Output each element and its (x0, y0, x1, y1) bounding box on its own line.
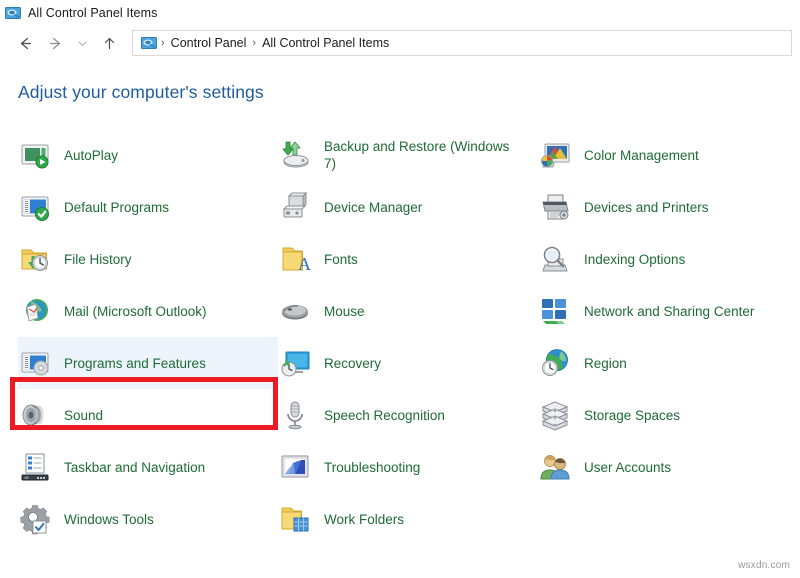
forward-arrow-icon[interactable] (40, 29, 70, 57)
taskbar-navigation-icon (18, 450, 52, 484)
color-management-icon (538, 138, 572, 172)
control-panel-item-label: User Accounts (584, 459, 671, 476)
default-programs-icon (18, 190, 52, 224)
breadcrumb-item-control-panel[interactable]: Control Panel (167, 36, 251, 50)
page-title: Adjust your computer's settings (18, 82, 800, 103)
region-icon (538, 346, 572, 380)
backup-restore-icon (278, 138, 312, 172)
file-history-icon (18, 242, 52, 276)
control-panel-item-label: Speech Recognition (324, 407, 445, 424)
control-panel-item-backup-and-restore[interactable]: Backup and Restore (Windows 7) (278, 129, 538, 181)
storage-spaces-icon (538, 398, 572, 432)
control-panel-item-storage-spaces[interactable]: Storage Spaces (538, 389, 798, 441)
breadcrumb-item-all-control-panel-items[interactable]: All Control Panel Items (258, 36, 393, 50)
control-panel-item-windows-tools[interactable]: Windows Tools (18, 493, 278, 545)
control-panel-item-label: Taskbar and Navigation (64, 459, 205, 476)
control-panel-item-work-folders[interactable]: Work Folders (278, 493, 538, 545)
device-manager-icon (278, 190, 312, 224)
control-panel-item-region[interactable]: Region (538, 337, 798, 389)
up-arrow-icon[interactable] (94, 29, 124, 57)
control-panel-item-sound[interactable]: Sound (18, 389, 278, 441)
control-panel-item-label: Sound (64, 407, 103, 424)
control-panel-item-label: Programs and Features (64, 355, 206, 372)
troubleshooting-icon (278, 450, 312, 484)
svg-text:A: A (298, 254, 311, 274)
control-panel-item-network-and-sharing-center[interactable]: Network and Sharing Center (538, 285, 798, 337)
breadcrumb-separator: › (250, 38, 258, 49)
chevron-down-icon[interactable] (70, 29, 94, 57)
mouse-icon (278, 294, 312, 328)
control-panel-item-label: Devices and Printers (584, 199, 709, 216)
control-panel-item-mouse[interactable]: Mouse (278, 285, 538, 337)
speech-recognition-icon (278, 398, 312, 432)
control-panel-item-taskbar-and-navigation[interactable]: Taskbar and Navigation (18, 441, 278, 493)
title-bar: All Control Panel Items (0, 0, 800, 26)
control-panel-item-label: Backup and Restore (Windows 7) (324, 138, 510, 172)
control-panel-item-speech-recognition[interactable]: Speech Recognition (278, 389, 538, 441)
control-panel-icon (5, 5, 21, 21)
control-panel-item-label: Region (584, 355, 627, 372)
breadcrumb-separator: › (159, 38, 167, 49)
watermark: wsxdn.com (738, 560, 790, 571)
control-panel-item-fonts[interactable]: A Fonts (278, 233, 538, 285)
recovery-icon (278, 346, 312, 380)
control-panel-item-indexing-options[interactable]: Indexing Options (538, 233, 798, 285)
control-panel-item-autoplay[interactable]: AutoPlay (18, 129, 278, 181)
control-panel-item-device-manager[interactable]: Device Manager (278, 181, 538, 233)
mail-icon (18, 294, 52, 328)
back-arrow-icon[interactable] (10, 29, 40, 57)
control-panel-items-grid: AutoPlay Backup and Restore (Windows 7) (0, 129, 800, 545)
indexing-options-icon (538, 242, 572, 276)
control-panel-item-label: Fonts (324, 251, 358, 268)
control-panel-item-label: Mail (Microsoft Outlook) (64, 303, 207, 320)
control-panel-item-label: Recovery (324, 355, 381, 372)
windows-tools-icon (18, 502, 52, 536)
control-panel-icon (141, 35, 157, 51)
control-panel-item-label: Network and Sharing Center (584, 303, 754, 320)
control-panel-item-label: Color Management (584, 147, 699, 164)
autoplay-icon (18, 138, 52, 172)
work-folders-icon (278, 502, 312, 536)
control-panel-item-mail[interactable]: Mail (Microsoft Outlook) (18, 285, 278, 337)
control-panel-item-label: Troubleshooting (324, 459, 420, 476)
control-panel-item-default-programs[interactable]: Default Programs (18, 181, 278, 233)
fonts-icon: A (278, 242, 312, 276)
sound-icon (18, 398, 52, 432)
network-sharing-icon (538, 294, 572, 328)
control-panel-item-label: Windows Tools (64, 511, 154, 528)
control-panel-item-label: Indexing Options (584, 251, 685, 268)
user-accounts-icon (538, 450, 572, 484)
control-panel-item-recovery[interactable]: Recovery (278, 337, 538, 389)
control-panel-item-label: Storage Spaces (584, 407, 680, 424)
control-panel-item-label: Work Folders (324, 511, 404, 528)
address-bar[interactable]: › Control Panel › All Control Panel Item… (132, 30, 792, 56)
control-panel-item-troubleshooting[interactable]: Troubleshooting (278, 441, 538, 493)
control-panel-item-label: Device Manager (324, 199, 422, 216)
control-panel-item-devices-and-printers[interactable]: Devices and Printers (538, 181, 798, 233)
control-panel-item-label: AutoPlay (64, 147, 118, 164)
control-panel-item-label: File History (64, 251, 132, 268)
devices-printers-icon (538, 190, 572, 224)
navigation-bar: › Control Panel › All Control Panel Item… (0, 26, 800, 60)
control-panel-item-user-accounts[interactable]: User Accounts (538, 441, 798, 493)
control-panel-item-label: Default Programs (64, 199, 169, 216)
grid-empty-cell (538, 493, 798, 545)
control-panel-item-file-history[interactable]: File History (18, 233, 278, 285)
window-title: All Control Panel Items (28, 6, 157, 20)
control-panel-item-label: Mouse (324, 303, 365, 320)
programs-features-icon (18, 346, 52, 380)
control-panel-item-color-management[interactable]: Color Management (538, 129, 798, 181)
control-panel-item-programs-and-features[interactable]: Programs and Features (18, 337, 278, 389)
